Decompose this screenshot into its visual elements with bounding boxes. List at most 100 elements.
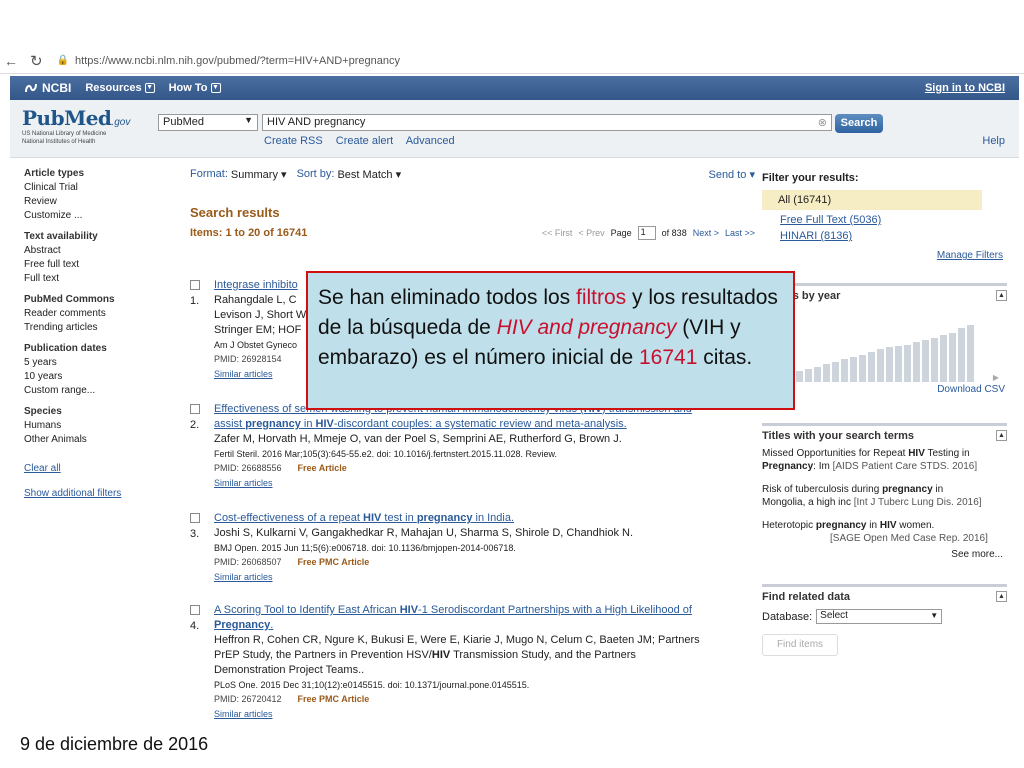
filter-reader-comments[interactable]: Reader comments (24, 308, 154, 319)
create-rss-link[interactable]: Create RSS (264, 135, 323, 147)
filter-review[interactable]: Review (24, 196, 154, 207)
sort-select[interactable]: Best Match ▾ (337, 168, 401, 181)
result-checkbox[interactable] (190, 404, 200, 414)
find-items-button[interactable]: Find items (762, 634, 838, 656)
download-csv-link[interactable]: Download CSV (762, 384, 1007, 395)
title-match-item[interactable]: Risk of tuberculosis during pregnancy in… (762, 483, 1007, 509)
ncbi-logo-icon (25, 83, 37, 93)
result-item: 3. Cost-effectiveness of a repeat HIV te… (190, 511, 750, 585)
similar-articles-link[interactable]: Similar articles (214, 476, 750, 491)
year-bar (796, 371, 803, 382)
collapse-toggle-icon[interactable]: ▲ (996, 591, 1007, 602)
ncbi-top-bar: NCBI Resources ▼ How To ▼ Sign in to NCBI (10, 76, 1019, 100)
result-title-link[interactable]: A Scoring Tool to Identify East African … (214, 603, 750, 618)
filter-clinical-trial[interactable]: Clinical Trial (24, 182, 154, 193)
help-link[interactable]: Help (982, 135, 1005, 147)
title-match-item[interactable]: Missed Opportunities for Repeat HIV Test… (762, 447, 1007, 473)
result-checkbox[interactable] (190, 280, 200, 290)
format-select[interactable]: Summary ▾ (231, 168, 287, 181)
filter-free-full-text[interactable]: Free full text (24, 259, 154, 270)
filter-sidebar: Article types Clinical Trial Review Cust… (24, 168, 154, 513)
free-pmc-article-badge[interactable]: Free PMC Article (298, 557, 370, 567)
url-field[interactable]: https://www.ncbi.nlm.nih.gov/pubmed/?ter… (75, 55, 400, 67)
filter-trending-articles[interactable]: Trending articles (24, 322, 154, 333)
dropdown-arrow-icon: ▾ (395, 169, 402, 181)
database-select[interactable]: PubMed ▼ (158, 114, 258, 131)
manage-filters-link[interactable]: Manage Filters (762, 250, 1007, 261)
next-page-link[interactable]: Next > (693, 228, 719, 238)
year-bar (904, 345, 911, 382)
pubmed-commons-group: PubMed Commons Reader comments Trending … (24, 294, 154, 333)
page: ← ↻ 🔒 https://www.ncbi.nlm.nih.gov/pubme… (0, 0, 1024, 768)
show-additional-filters-link[interactable]: Show additional filters (24, 488, 154, 499)
text-availability-group: Text availability Abstract Free full tex… (24, 231, 154, 284)
result-item: 2. Effectiveness of semen washing to pre… (190, 402, 750, 491)
filter-5-years[interactable]: 5 years (24, 357, 154, 368)
pubmed-logo[interactable]: PubMed.gov US National Library of Medici… (22, 106, 130, 146)
filter-other-animals[interactable]: Other Animals (24, 434, 154, 445)
resources-menu[interactable]: Resources ▼ (85, 82, 155, 94)
result-title-link[interactable]: Cost-effectiveness of a repeat HIV test … (214, 511, 750, 526)
results-by-year-chart[interactable]: ▶ (762, 308, 1007, 382)
year-bar (850, 357, 857, 382)
browser-address-bar: ← ↻ 🔒 https://www.ncbi.nlm.nih.gov/pubme… (0, 48, 1024, 74)
year-bar (823, 364, 830, 382)
clear-all-link[interactable]: Clear all (24, 463, 154, 474)
send-to-menu[interactable]: Send to ▾ (708, 168, 755, 181)
first-page-link[interactable]: << First (542, 228, 573, 238)
filter-all-selected[interactable]: All (16741) (762, 190, 982, 210)
year-bar (922, 340, 929, 382)
year-bar (949, 333, 956, 382)
slide-date: 9 de diciembre de 2016 (20, 734, 209, 754)
similar-articles-link[interactable]: Similar articles (214, 570, 750, 585)
filter-humans[interactable]: Humans (24, 420, 154, 431)
year-bar (805, 369, 812, 382)
prev-page-link[interactable]: < Prev (578, 228, 604, 238)
filter-10-years[interactable]: 10 years (24, 371, 154, 382)
filter-custom-range[interactable]: Custom range... (24, 385, 154, 396)
collapse-toggle-icon[interactable]: ▲ (996, 430, 1007, 441)
search-input[interactable]: HIV AND pregnancy ⊗ (262, 114, 832, 131)
page-number-input[interactable]: 1 (637, 226, 656, 240)
result-title-link-line2[interactable]: assist pregnancy in HIV-discordant coupl… (214, 417, 750, 432)
right-column: Filter your results: All (16741) Free Fu… (762, 168, 1007, 656)
scroll-right-icon[interactable]: ▶ (993, 373, 999, 382)
advanced-link[interactable]: Advanced (406, 135, 455, 147)
filter-free-full-text-link[interactable]: Free Full Text (5036) (762, 214, 1007, 226)
search-sublinks: Create RSS Create alert Advanced (264, 135, 465, 147)
filter-customize[interactable]: Customize ... (24, 210, 154, 221)
sign-in-link[interactable]: Sign in to NCBI (925, 82, 1005, 94)
dropdown-arrow-icon: ▼ (244, 115, 253, 125)
dropdown-arrow-icon: ▾ (281, 169, 287, 181)
clear-search-icon[interactable]: ⊗ (818, 116, 827, 129)
search-button[interactable]: Search (835, 114, 883, 133)
howto-menu[interactable]: How To ▼ (169, 82, 221, 94)
filter-full-text[interactable]: Full text (24, 273, 154, 284)
year-bar (877, 349, 884, 382)
filter-abstract[interactable]: Abstract (24, 245, 154, 256)
ncbi-logo[interactable]: NCBI (24, 81, 71, 95)
filter-hinari-link[interactable]: HINARI (8136) (762, 230, 1007, 242)
year-bar (814, 367, 821, 382)
year-bar (967, 325, 974, 382)
result-item: 4. A Scoring Tool to Identify East Afric… (190, 603, 750, 722)
free-article-badge[interactable]: Free Article (298, 463, 347, 473)
free-pmc-article-badge[interactable]: Free PMC Article (298, 694, 370, 704)
result-checkbox[interactable] (190, 513, 200, 523)
collapse-toggle-icon[interactable]: ▲ (996, 290, 1007, 301)
last-page-link[interactable]: Last >> (725, 228, 755, 238)
see-more-link[interactable]: See more... (762, 549, 1007, 560)
year-bar (832, 362, 839, 382)
related-database-select[interactable]: Select ▼ (816, 609, 943, 624)
back-arrow-icon[interactable]: ← (4, 53, 20, 69)
result-checkbox[interactable] (190, 605, 200, 615)
year-bar (940, 335, 947, 382)
year-bar (895, 346, 902, 382)
result-title-link-line2[interactable]: Pregnancy. (214, 618, 750, 633)
title-match-item[interactable]: Heterotopic pregnancy in HIV women. [SAG… (762, 519, 1007, 545)
format-row: Format: Summary ▾ Sort by: Best Match ▾ … (190, 168, 755, 181)
create-alert-link[interactable]: Create alert (336, 135, 393, 147)
year-bar (841, 359, 848, 382)
article-types-group: Article types Clinical Trial Review Cust… (24, 168, 154, 221)
reload-icon[interactable]: ↻ (30, 52, 43, 70)
